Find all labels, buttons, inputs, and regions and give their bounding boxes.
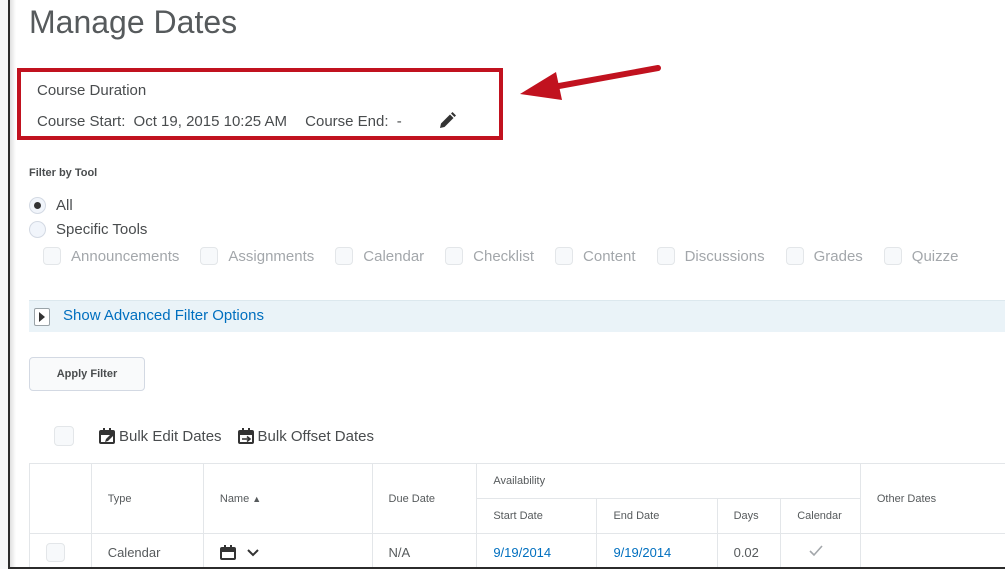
checkbox[interactable] (883, 247, 902, 265)
tool-label: Assignments (228, 247, 315, 265)
other-dates-cell (859, 533, 1005, 567)
course-duration-highlight: Course Duration Course Start: Oct 19, 20… (17, 68, 503, 140)
end-date-link[interactable]: 9/19/2014 (596, 533, 718, 567)
course-duration-values: Course Start: Oct 19, 2015 10:25 AM Cour… (37, 113, 406, 130)
filter-option-specific-tools-label: Specific Tools (56, 221, 148, 238)
checkbox[interactable] (200, 247, 219, 265)
checkmark-icon (809, 545, 823, 557)
calendar-icon (219, 545, 236, 560)
tool-quizzes[interactable]: Quizze (883, 247, 959, 265)
manage-dates-page: Manage Dates Course Duration Course Star… (8, 0, 1005, 569)
tool-calendar[interactable]: Calendar (335, 247, 424, 265)
end-date-column-header: End Date (596, 498, 718, 534)
dates-table: Type Name ▲ Due Date Availability Other … (29, 463, 1005, 567)
pencil-icon[interactable] (437, 111, 457, 131)
name-header-label: Name (219, 492, 250, 505)
calendar-column-header: Calendar (780, 498, 861, 534)
advanced-filter-bar: Show Advanced Filter Options (29, 300, 1005, 332)
filter-option-all[interactable]: All (29, 197, 73, 214)
tool-assignments[interactable]: Assignments (200, 247, 314, 265)
course-end-value: - (396, 113, 402, 130)
tool-checklist[interactable]: Checklist (445, 247, 534, 265)
tool-checkboxes: Announcements Assignments Calendar Check… (43, 247, 979, 265)
type-column-header: Type (90, 463, 204, 534)
filter-option-specific-tools[interactable]: Specific Tools (29, 221, 147, 238)
availability-header: Availability (476, 463, 861, 499)
checkbox[interactable] (656, 247, 675, 265)
name-column-header[interactable]: Name ▲ (202, 463, 373, 534)
radio-all[interactable] (29, 197, 46, 214)
checkbox[interactable] (555, 247, 574, 265)
start-date-link[interactable]: 9/19/2014 (476, 533, 598, 567)
filter-option-all-label: All (56, 197, 73, 214)
bulk-offset-dates-label: Bulk Offset Dates (257, 427, 374, 445)
days-cell: 0.02 (716, 533, 782, 567)
course-duration-label: Course Duration (37, 82, 147, 99)
tool-content[interactable]: Content (555, 247, 636, 265)
days-column-header: Days (716, 498, 782, 534)
show-advanced-filter-link[interactable]: Show Advanced Filter Options (63, 307, 264, 324)
checkbox[interactable] (335, 247, 354, 265)
due-date-column-header: Due Date (371, 463, 478, 534)
calendar-cell (780, 533, 861, 567)
tool-label: Calendar (363, 247, 425, 265)
tool-announcements[interactable]: Announcements (43, 247, 179, 265)
red-arrow-icon (520, 65, 661, 100)
other-dates-column-header: Other Dates (859, 463, 1005, 534)
checkbox[interactable] (445, 247, 464, 265)
tool-label: Quizze (911, 247, 959, 265)
tool-label: Checklist (473, 247, 535, 265)
table-row: Calendar N/A 9/19/2014 9/19/2014 0.02 (29, 533, 1005, 567)
radio-specific-tools[interactable] (29, 221, 46, 238)
checkbox[interactable] (785, 247, 804, 265)
course-start-value: Oct 19, 2015 10:25 AM (133, 113, 287, 130)
row-checkbox[interactable] (46, 543, 65, 562)
select-all-checkbox[interactable] (54, 426, 74, 446)
bulk-edit-dates-label: Bulk Edit Dates (119, 427, 222, 445)
bulk-actions: Bulk Edit Dates Bulk Offset Dates (54, 426, 390, 446)
name-cell (202, 533, 373, 567)
expand-triangle-icon[interactable] (34, 308, 50, 326)
chevron-down-icon[interactable] (247, 548, 259, 557)
start-date-column-header: Start Date (476, 498, 598, 534)
apply-filter-button[interactable]: Apply Filter (29, 357, 145, 391)
course-start-label: Course Start: (37, 113, 126, 130)
type-cell: Calendar (90, 533, 204, 567)
tool-grades[interactable]: Grades (785, 247, 863, 265)
sort-up-icon: ▲ (252, 493, 262, 504)
due-date-cell: N/A (371, 533, 478, 567)
row-select-cell (29, 533, 92, 567)
tool-label: Announcements (71, 247, 180, 265)
page-title: Manage Dates (29, 4, 238, 40)
bulk-offset-dates-button[interactable]: Bulk Offset Dates (237, 427, 374, 445)
bulk-edit-dates-button[interactable]: Bulk Edit Dates (99, 427, 222, 445)
tool-label: Discussions (684, 247, 765, 265)
filter-by-tool-title: Filter by Tool (29, 167, 98, 179)
calendar-edit-icon (99, 427, 115, 444)
course-end-label: Course End: (305, 113, 389, 130)
select-column-header (29, 463, 92, 534)
tool-label: Content (583, 247, 636, 265)
calendar-offset-icon (237, 427, 254, 444)
tool-label: Grades (813, 247, 863, 265)
tool-discussions[interactable]: Discussions (656, 247, 765, 265)
checkbox[interactable] (43, 247, 61, 265)
